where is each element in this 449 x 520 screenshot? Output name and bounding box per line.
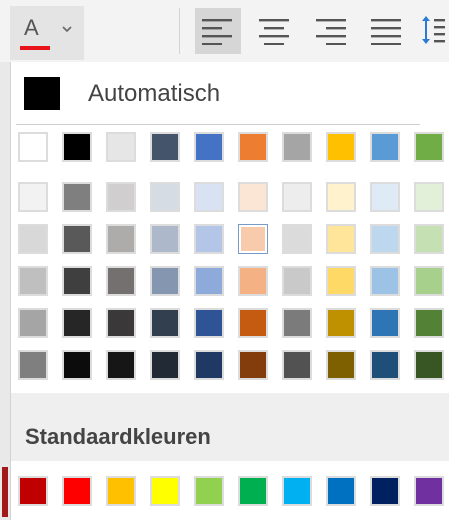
theme-shade-swatch[interactable] bbox=[106, 350, 136, 380]
theme-shade-swatch[interactable] bbox=[150, 266, 180, 296]
theme-shade-swatch[interactable] bbox=[282, 182, 312, 212]
theme-shade-swatch[interactable] bbox=[238, 182, 268, 212]
theme-shade-swatch[interactable] bbox=[238, 266, 268, 296]
theme-shade-swatch[interactable] bbox=[326, 266, 356, 296]
standard-color-swatch[interactable] bbox=[194, 476, 224, 506]
theme-shade-swatch[interactable] bbox=[326, 224, 356, 254]
standard-color-swatch[interactable] bbox=[150, 476, 180, 506]
theme-shade-swatch[interactable] bbox=[62, 224, 92, 254]
theme-color-swatch[interactable] bbox=[282, 132, 312, 162]
theme-shade-swatch[interactable] bbox=[150, 224, 180, 254]
theme-shade-swatch[interactable] bbox=[370, 350, 400, 380]
theme-shade-swatch[interactable] bbox=[282, 266, 312, 296]
theme-shade-swatch[interactable] bbox=[326, 308, 356, 338]
theme-shade-swatch[interactable] bbox=[194, 182, 224, 212]
theme-shade-swatch[interactable] bbox=[150, 308, 180, 338]
chevron-down-icon[interactable] bbox=[62, 22, 72, 36]
theme-color-swatch[interactable] bbox=[326, 132, 356, 162]
toolbar-divider bbox=[179, 8, 180, 54]
theme-shade-swatch[interactable] bbox=[18, 266, 48, 296]
theme-shade-swatch[interactable] bbox=[18, 308, 48, 338]
theme-shade-swatch[interactable] bbox=[18, 182, 48, 212]
theme-shade-swatch[interactable] bbox=[62, 182, 92, 212]
theme-color-swatch[interactable] bbox=[238, 132, 268, 162]
theme-shade-swatch[interactable] bbox=[194, 350, 224, 380]
theme-shade-swatch[interactable] bbox=[150, 182, 180, 212]
standard-color-swatch[interactable] bbox=[370, 476, 400, 506]
align-center-button[interactable] bbox=[251, 8, 297, 54]
theme-color-swatch[interactable] bbox=[414, 132, 444, 162]
theme-shade-swatch[interactable] bbox=[62, 266, 92, 296]
font-color-icon: A bbox=[24, 15, 39, 40]
line-spacing-button[interactable] bbox=[419, 8, 449, 54]
theme-shade-swatch[interactable] bbox=[414, 224, 444, 254]
theme-shade-swatch[interactable] bbox=[106, 308, 136, 338]
automatic-color-option[interactable]: Automatisch bbox=[11, 62, 449, 124]
theme-shade-swatch[interactable] bbox=[414, 182, 444, 212]
theme-shade-swatch[interactable] bbox=[282, 224, 312, 254]
standard-color-swatch[interactable] bbox=[238, 476, 268, 506]
automatic-label: Automatisch bbox=[88, 80, 221, 107]
theme-shade-swatch[interactable] bbox=[370, 266, 400, 296]
document-margin bbox=[0, 62, 10, 520]
theme-shade-swatch[interactable] bbox=[282, 350, 312, 380]
theme-color-swatch[interactable] bbox=[106, 132, 136, 162]
font-color-underline bbox=[20, 46, 50, 50]
align-left-button[interactable] bbox=[195, 8, 241, 54]
theme-shade-swatch[interactable] bbox=[194, 308, 224, 338]
standard-colors-label: Standaardkleuren bbox=[25, 424, 211, 449]
theme-shade-swatch[interactable] bbox=[18, 224, 48, 254]
theme-shade-swatch[interactable] bbox=[370, 182, 400, 212]
line-spacing-icon bbox=[422, 16, 445, 44]
divider bbox=[16, 124, 420, 125]
theme-shade-swatch[interactable] bbox=[194, 266, 224, 296]
standard-color-swatch[interactable] bbox=[106, 476, 136, 506]
theme-color-swatch[interactable] bbox=[62, 132, 92, 162]
justify-button[interactable] bbox=[363, 8, 409, 54]
theme-shade-swatch[interactable] bbox=[326, 350, 356, 380]
theme-color-swatch[interactable] bbox=[194, 132, 224, 162]
theme-shade-swatch[interactable] bbox=[326, 182, 356, 212]
standard-color-swatch[interactable] bbox=[414, 476, 444, 506]
justify-icon bbox=[371, 19, 401, 45]
theme-shade-swatch[interactable] bbox=[62, 308, 92, 338]
theme-shade-swatch[interactable] bbox=[106, 182, 136, 212]
theme-shade-swatch[interactable] bbox=[106, 224, 136, 254]
align-right-button[interactable] bbox=[307, 8, 353, 54]
theme-shade-swatch[interactable] bbox=[106, 266, 136, 296]
theme-shade-swatch[interactable] bbox=[414, 266, 444, 296]
font-color-dropdown: Automatisch Standaardkleuren bbox=[10, 62, 449, 520]
theme-shade-swatch[interactable] bbox=[282, 308, 312, 338]
theme-color-swatch[interactable] bbox=[18, 132, 48, 162]
theme-color-swatch[interactable] bbox=[370, 132, 400, 162]
toolbar: A bbox=[0, 0, 449, 62]
theme-shade-swatch[interactable] bbox=[238, 350, 268, 380]
align-center-icon bbox=[259, 19, 289, 45]
theme-shade-swatch[interactable] bbox=[370, 308, 400, 338]
align-right-icon bbox=[316, 19, 346, 45]
align-left-icon bbox=[202, 19, 232, 45]
theme-shade-swatch[interactable] bbox=[238, 224, 268, 254]
theme-shade-swatch[interactable] bbox=[414, 350, 444, 380]
theme-shade-swatch[interactable] bbox=[414, 308, 444, 338]
standard-color-swatch[interactable] bbox=[326, 476, 356, 506]
theme-shade-swatch[interactable] bbox=[194, 224, 224, 254]
theme-color-swatch[interactable] bbox=[150, 132, 180, 162]
standard-color-swatch[interactable] bbox=[62, 476, 92, 506]
automatic-color-swatch bbox=[24, 77, 60, 110]
theme-shade-swatch[interactable] bbox=[150, 350, 180, 380]
theme-shade-swatch[interactable] bbox=[370, 224, 400, 254]
document-margin-mark bbox=[2, 467, 8, 517]
font-color-button[interactable]: A bbox=[10, 6, 84, 60]
theme-shade-swatch[interactable] bbox=[238, 308, 268, 338]
standard-color-swatch[interactable] bbox=[18, 476, 48, 506]
standard-color-swatch[interactable] bbox=[282, 476, 312, 506]
theme-shade-swatch[interactable] bbox=[18, 350, 48, 380]
theme-shade-swatch[interactable] bbox=[62, 350, 92, 380]
